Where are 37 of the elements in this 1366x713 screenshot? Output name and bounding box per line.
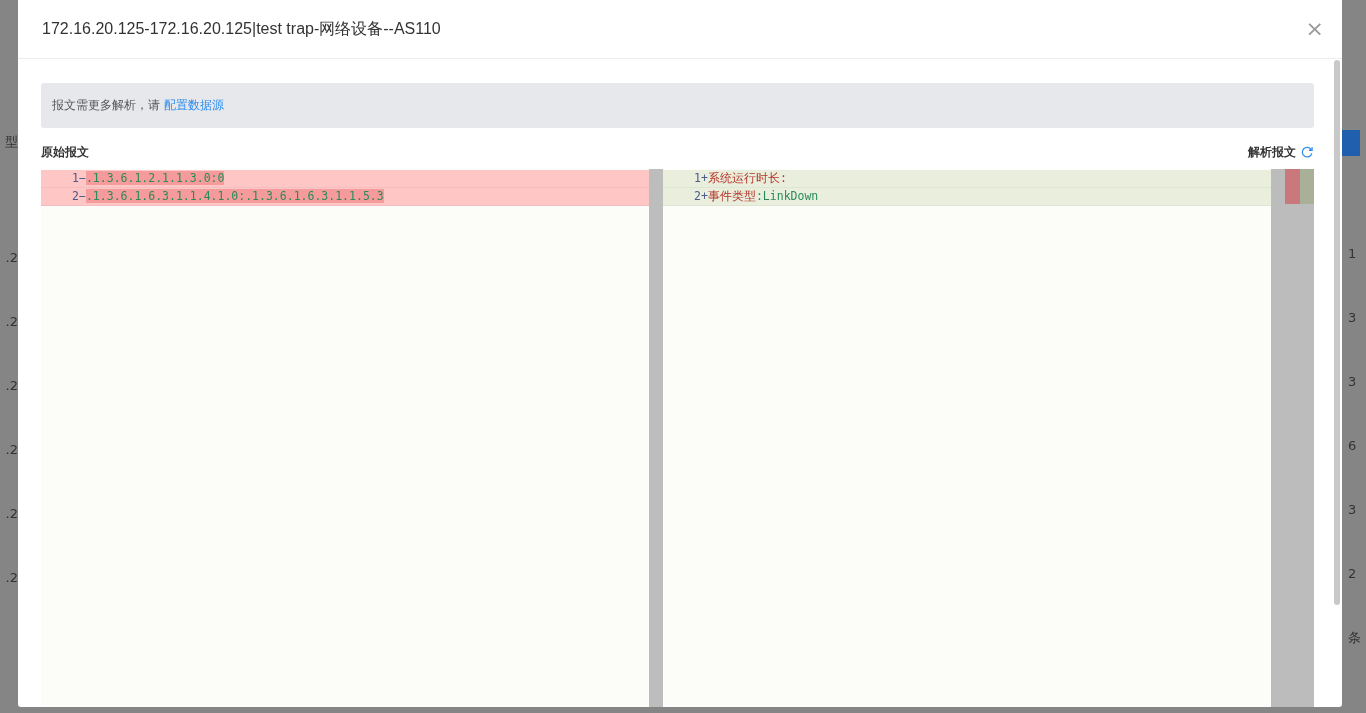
background-text: .2	[5, 314, 18, 330]
close-button[interactable]: ×	[1301, 18, 1328, 40]
background-text: .2	[5, 506, 18, 522]
config-link[interactable]: 配置数据源	[164, 97, 224, 114]
background-text: 1	[1348, 246, 1357, 262]
background-text: 3	[1348, 374, 1357, 390]
diff-sign: +	[701, 188, 708, 205]
line-number: 2	[71, 188, 79, 205]
background-text: .2	[5, 250, 18, 266]
scrollbar[interactable]	[1334, 60, 1340, 605]
line-number: 1	[71, 170, 79, 187]
background-text: 6	[1348, 438, 1357, 454]
background-text: .2	[5, 378, 18, 394]
notice-text: 报文需更多解析，请	[52, 97, 160, 114]
diff-sign: +	[701, 170, 708, 187]
code-text: .1.3.6.1.6.3.1.1.4.1.0:.1.3.6.1.6.3.1.1.5.3	[85, 189, 384, 203]
diff-sign: −	[79, 188, 86, 205]
code-text: :LinkDown	[755, 189, 819, 203]
code-text: 事件类型	[707, 189, 756, 203]
dialog-title: 172.16.20.125-172.16.20.125|test trap-网络设备--AS110	[42, 18, 441, 39]
button-fragment	[1342, 130, 1360, 156]
scrollbar[interactable]	[649, 169, 663, 707]
line-number: 2	[693, 188, 701, 205]
diff-sign: −	[79, 170, 86, 187]
background-text: .2	[5, 570, 18, 586]
section-label: 原始报文	[41, 143, 89, 161]
background-text: 3	[1348, 310, 1357, 326]
section-label: 解析报文	[1248, 143, 1296, 161]
background-text: 条	[1348, 630, 1361, 646]
background-text: 型	[5, 134, 18, 150]
line-number: 1	[693, 170, 701, 187]
code-text: .1.3.6.1.2.1.1.3.0:0	[85, 171, 225, 185]
refresh-icon[interactable]	[1300, 145, 1314, 159]
code-text: 系统运行时长:	[707, 171, 787, 185]
background-text: 2	[1348, 566, 1357, 582]
background-text: .2	[5, 442, 18, 458]
background-text: 3	[1348, 502, 1357, 518]
